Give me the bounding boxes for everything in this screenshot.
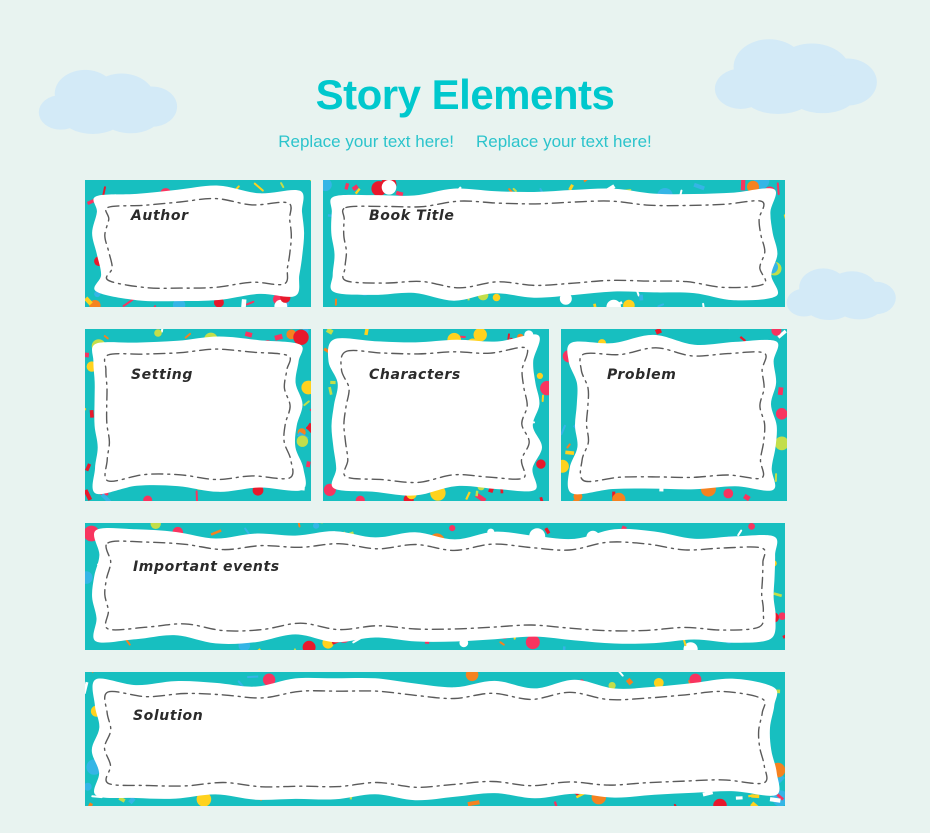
paper-panel	[561, 329, 787, 501]
story-card-book-title[interactable]: Book Title	[323, 180, 785, 308]
story-card-author[interactable]: Author	[85, 180, 311, 308]
paper-panel	[323, 329, 549, 501]
card-label-setting[interactable]: Setting	[131, 367, 193, 383]
paper-panel	[85, 523, 785, 650]
story-card-setting[interactable]: Setting	[85, 329, 311, 502]
paper-panel	[323, 180, 785, 307]
paper-panel	[85, 180, 311, 307]
subtitle-text-1[interactable]: Replace your text here!	[278, 132, 454, 152]
subtitle-text-2[interactable]: Replace your text here!	[476, 132, 652, 152]
card-label-characters[interactable]: Characters	[369, 367, 461, 383]
story-card-solution[interactable]: Solution	[85, 672, 785, 807]
paper-panel	[85, 329, 311, 501]
story-card-important-events[interactable]: Important events	[85, 523, 785, 651]
card-label-author[interactable]: Author	[131, 208, 189, 224]
card-row-4: Solution	[85, 672, 785, 807]
story-card-problem[interactable]: Problem	[561, 329, 787, 502]
cloud-mid-right-icon	[786, 262, 906, 320]
card-label-important-events[interactable]: Important events	[133, 559, 280, 575]
card-label-book-title[interactable]: Book Title	[369, 208, 454, 224]
card-row-3: Important events	[85, 523, 785, 651]
header: Story Elements Replace your text here! R…	[0, 0, 930, 152]
card-label-problem[interactable]: Problem	[607, 367, 676, 383]
page-title: Story Elements	[315, 71, 615, 118]
story-card-characters[interactable]: Characters	[323, 329, 549, 502]
card-label-solution[interactable]: Solution	[133, 708, 203, 724]
card-row-2: Setting Characters Problem	[85, 329, 787, 502]
card-row-1: Author Book Title	[85, 180, 785, 308]
subtitle-row: Replace your text here! Replace your tex…	[0, 132, 930, 152]
story-elements-board: Author Book Title Setting Characters Proble…	[85, 180, 787, 807]
paper-panel	[85, 672, 785, 806]
